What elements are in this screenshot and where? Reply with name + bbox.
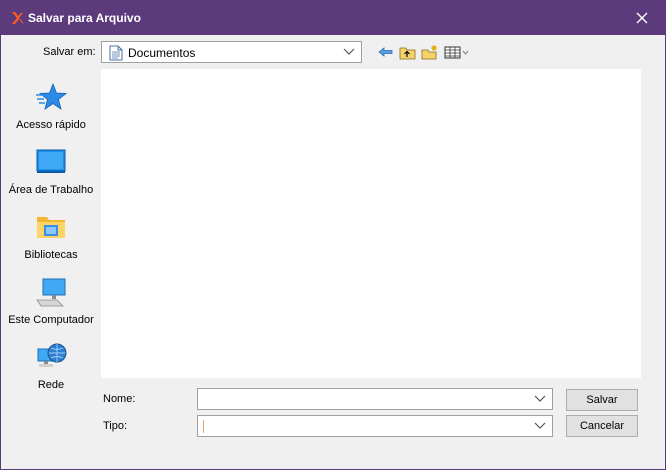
save-in-label: Salvar em: [43, 46, 96, 58]
save-dialog: Salvar para Arquivo Salvar em: Documento… [0, 0, 666, 470]
computer-icon [36, 278, 66, 307]
desktop-icon [36, 149, 66, 173]
filename-input[interactable] [197, 388, 553, 410]
place-network[interactable]: Rede [1, 333, 101, 395]
new-folder-icon[interactable] [421, 44, 439, 60]
place-label: Área de Trabalho [8, 184, 94, 196]
view-menu-icon[interactable] [444, 44, 470, 60]
close-button[interactable] [619, 1, 665, 35]
place-label: Acesso rápido [16, 119, 86, 131]
file-list-view[interactable] [101, 69, 641, 378]
name-label: Nome: [103, 393, 136, 405]
back-arrow-icon[interactable] [377, 44, 395, 60]
place-desktop[interactable]: Área de Trabalho [1, 138, 101, 200]
place-label: Rede [37, 379, 65, 391]
save-button[interactable]: Salvar [566, 389, 638, 411]
document-icon [109, 45, 123, 61]
place-quick-access[interactable]: Acesso rápido [1, 73, 101, 135]
save-in-dropdown[interactable]: Documentos [101, 41, 362, 63]
type-label: Tipo: [103, 420, 128, 432]
place-this-pc[interactable]: Este Computador [1, 268, 101, 330]
window-title: Salvar para Arquivo [28, 11, 141, 25]
place-libraries[interactable]: Bibliotecas [1, 203, 101, 265]
up-folder-icon[interactable] [399, 44, 417, 60]
chevron-down-icon [534, 395, 546, 402]
title-bar: Salvar para Arquivo [1, 1, 665, 35]
places-bar: Acesso rápido Área de Trabalho Bibliotec… [1, 67, 101, 391]
quick-access-star-icon [36, 82, 67, 110]
place-label: Bibliotecas [24, 249, 78, 261]
save-in-value: Documentos [128, 46, 196, 60]
cancel-button[interactable]: Cancelar [566, 415, 638, 437]
close-icon [636, 12, 648, 24]
file-type-dropdown[interactable] [197, 415, 553, 437]
app-logo-icon [12, 12, 23, 24]
text-cursor [203, 420, 204, 433]
network-icon [37, 343, 67, 367]
place-label: Este Computador [8, 314, 94, 326]
chevron-down-icon [534, 422, 546, 429]
libraries-folder-icon [37, 217, 65, 238]
chevron-down-icon [343, 48, 355, 55]
